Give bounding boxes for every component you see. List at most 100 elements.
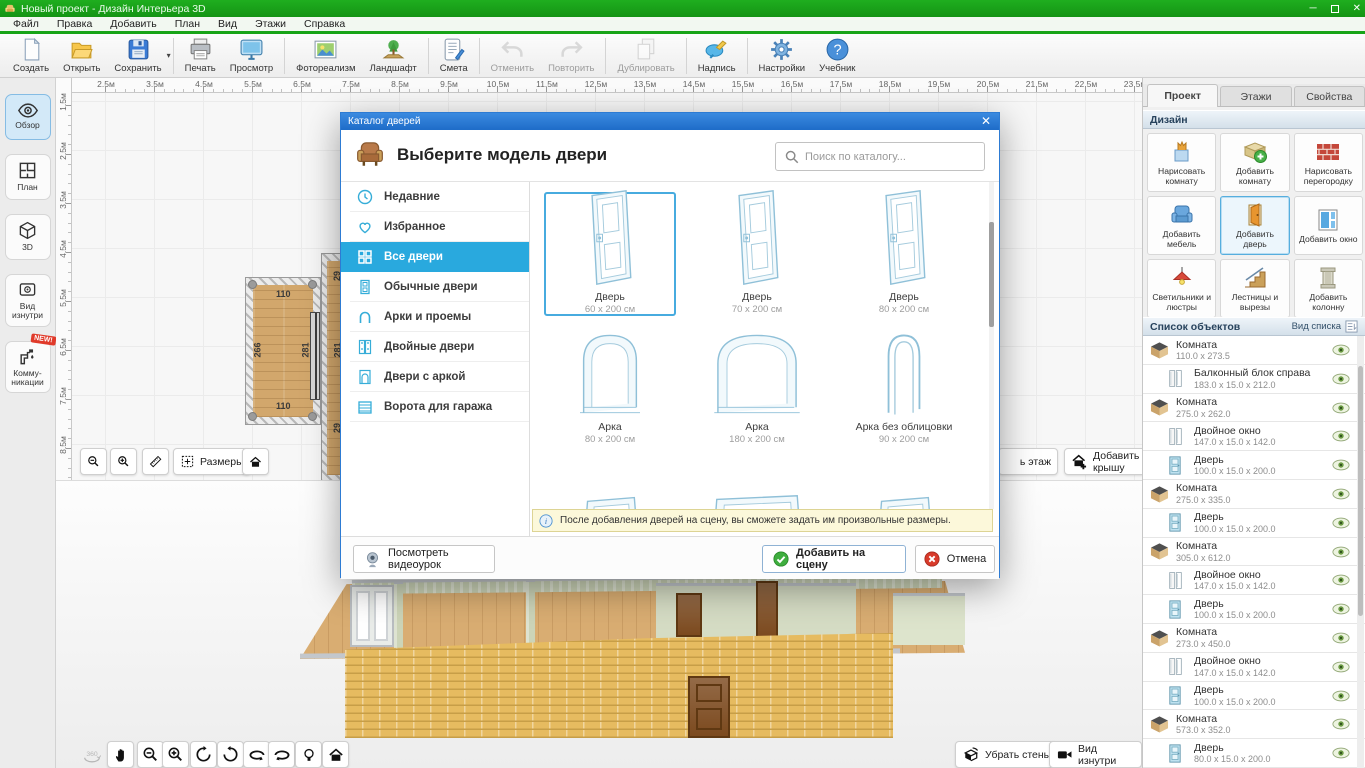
tab-Свойства[interactable]: Свойства (1294, 86, 1365, 106)
toolbar-button-Настройки[interactable]: Настройки (752, 35, 813, 77)
zoom-out-button[interactable] (137, 741, 164, 768)
category-Ворота для гаража[interactable]: Ворота для гаража (350, 392, 529, 422)
category-Арки и проемы[interactable]: Арки и проемы (350, 302, 529, 332)
zoom-in-button[interactable] (162, 741, 189, 768)
object-row-Комната[interactable]: Комната110.0 x 273.5 (1143, 336, 1365, 365)
object-row-Двойное окно[interactable]: Двойное окно147.0 x 15.0 x 142.0 (1143, 422, 1365, 451)
inside-view-button[interactable]: Вид изнутри (1049, 741, 1142, 768)
catalog-item[interactable] (544, 452, 676, 509)
visibility-eye-icon[interactable] (1332, 344, 1350, 356)
object-row-Дверь[interactable]: Дверь100.0 x 15.0 x 200.0 (1143, 509, 1365, 538)
design-button-Нарисовать перегородку[interactable]: Нарисовать перегородку (1294, 133, 1363, 192)
visibility-eye-icon[interactable] (1332, 402, 1350, 414)
dialog-close-icon[interactable]: ✕ (979, 114, 993, 128)
toolbar-button-Смета[interactable]: Смета (433, 35, 475, 77)
rotate-horizontal-right-button[interactable] (268, 741, 295, 768)
sidebar-item-Обзор[interactable]: Обзор (5, 94, 51, 140)
toolbar-button-Надпись[interactable]: Надпись (691, 35, 743, 77)
menu-item-Справка[interactable]: Справка (295, 18, 354, 30)
design-button-Лестницы и вырезы[interactable]: Лестницы и вырезы (1220, 259, 1289, 318)
design-button-Нарисовать комнату[interactable]: Нарисовать комнату (1147, 133, 1216, 192)
visibility-eye-icon[interactable] (1332, 430, 1350, 442)
save-dropdown-icon[interactable]: ▾ (167, 51, 171, 60)
catalog-item-Дверь[interactable]: Дверь70 x 200 см (691, 192, 823, 316)
cancel-button[interactable]: Отмена (915, 545, 995, 573)
menu-item-План[interactable]: План (166, 18, 209, 30)
sidebar-item-Видизнутри[interactable]: Вид изнутри (5, 274, 51, 327)
visibility-eye-icon[interactable] (1332, 632, 1350, 644)
selection-handle[interactable] (308, 280, 317, 289)
object-row-Комната[interactable]: Комната275.0 x 262.0 (1143, 394, 1365, 423)
object-row-Комната[interactable]: Комната273.0 x 450.0 (1143, 624, 1365, 653)
visibility-eye-icon[interactable] (1332, 718, 1350, 730)
rotate-vertical-left-button[interactable] (190, 741, 217, 768)
visibility-eye-icon[interactable] (1332, 661, 1350, 673)
catalog-item-Арка[interactable]: Арка80 x 200 см (544, 322, 676, 446)
object-row-Дверь[interactable]: Дверь100.0 x 15.0 x 200.0 (1143, 595, 1365, 624)
design-button-Добавить дверь[interactable]: Добавить дверь (1220, 196, 1289, 255)
visibility-eye-icon[interactable] (1332, 690, 1350, 702)
maximize-icon[interactable] (1331, 5, 1339, 13)
close-icon[interactable]: ✕ (1353, 3, 1361, 14)
visibility-eye-icon[interactable] (1332, 574, 1350, 586)
toolbar-button-Сохранить[interactable]: Сохранить▾ (107, 35, 168, 77)
add-roof-button[interactable]: Добавить крышу (1064, 448, 1142, 475)
object-row-Дверь[interactable]: Дверь100.0 x 15.0 x 200.0 (1143, 451, 1365, 480)
toolbar-button-Создать[interactable]: Создать (6, 35, 56, 77)
selection-handle[interactable] (248, 280, 257, 289)
visibility-eye-icon[interactable] (1332, 603, 1350, 615)
object-row-Комната[interactable]: Комната275.0 x 335.0 (1143, 480, 1365, 509)
catalog-search[interactable] (775, 142, 985, 171)
catalog-item-Дверь[interactable]: Дверь80 x 200 см (838, 192, 970, 316)
object-row-Комната[interactable]: Комната573.0 x 352.0 (1143, 710, 1365, 739)
rotate-horizontal-left-button[interactable] (243, 741, 270, 768)
toolbar-button-Печать[interactable]: Печать (178, 35, 223, 77)
add-floor-button[interactable]: ь этаж (998, 448, 1058, 475)
toolbar-button-Ландшафт[interactable]: Ландшафт (363, 35, 424, 77)
dimensions-toggle-button[interactable]: Размеры (173, 448, 251, 475)
add-to-scene-button[interactable]: Добавить на сцену (762, 545, 906, 573)
selection-handle[interactable] (308, 412, 317, 421)
plan-zoom-out-button[interactable] (80, 448, 107, 475)
category-Двойные двери[interactable]: Двойные двери (350, 332, 529, 362)
menu-item-Правка[interactable]: Правка (48, 18, 101, 30)
plan-home-button[interactable] (242, 448, 269, 475)
visibility-eye-icon[interactable] (1332, 546, 1350, 558)
object-row-Дверь[interactable]: Дверь100.0 x 15.0 x 200.0 (1143, 682, 1365, 711)
menu-item-Добавить[interactable]: Добавить (101, 18, 165, 30)
rotate-vertical-right-button[interactable] (217, 741, 244, 768)
pan-hand-button[interactable] (107, 741, 134, 768)
visibility-eye-icon[interactable] (1332, 459, 1350, 471)
sidebar-item-План[interactable]: План (5, 154, 51, 200)
selection-handle[interactable] (248, 412, 257, 421)
reset-view-button[interactable] (322, 741, 349, 768)
catalog-item-Дверь[interactable]: Дверь60 x 200 см (544, 192, 676, 316)
lighting-button[interactable] (295, 741, 322, 768)
category-Все двери[interactable]: Все двери (341, 242, 529, 272)
design-button-Светильники и люстры[interactable]: Светильники и люстры (1147, 259, 1216, 318)
tab-Проект[interactable]: Проект (1147, 84, 1218, 107)
catalog-scrollbar[interactable] (989, 182, 994, 509)
catalog-item[interactable] (838, 452, 970, 509)
catalog-item-Арка без облицовки[interactable]: Арка без облицовки90 x 200 см (838, 322, 970, 446)
menu-item-Вид[interactable]: Вид (209, 18, 246, 30)
toolbar-button-Учебник[interactable]: ?Учебник (812, 35, 862, 77)
category-Двери с аркой[interactable]: Двери с аркой (350, 362, 529, 392)
visibility-eye-icon[interactable] (1332, 373, 1350, 385)
object-row-Двойное окно[interactable]: Двойное окно147.0 x 15.0 x 142.0 (1143, 566, 1365, 595)
objects-scrollbar[interactable] (1357, 336, 1364, 768)
plan-zoom-in-button[interactable] (110, 448, 137, 475)
catalog-item[interactable] (691, 452, 823, 509)
object-row-Дверь[interactable]: Дверь80.0 x 15.0 x 200.0 (1143, 739, 1365, 768)
design-button-Добавить окно[interactable]: Добавить окно (1294, 196, 1363, 255)
menu-item-Файл[interactable]: Файл (4, 18, 48, 30)
tab-Этажи[interactable]: Этажи (1220, 86, 1291, 106)
list-view-toggle[interactable]: Вид списка (1292, 320, 1358, 333)
toolbar-button-Фотореализм[interactable]: Фотореализм (289, 35, 362, 77)
measure-ruler-button[interactable] (142, 448, 169, 475)
sidebar-item-3D[interactable]: 3D (5, 214, 51, 260)
toolbar-button-Открыть[interactable]: Открыть (56, 35, 107, 77)
visibility-eye-icon[interactable] (1332, 747, 1350, 759)
menu-item-Этажи[interactable]: Этажи (246, 18, 295, 30)
design-button-Добавить комнату[interactable]: Добавить комнату (1220, 133, 1289, 192)
